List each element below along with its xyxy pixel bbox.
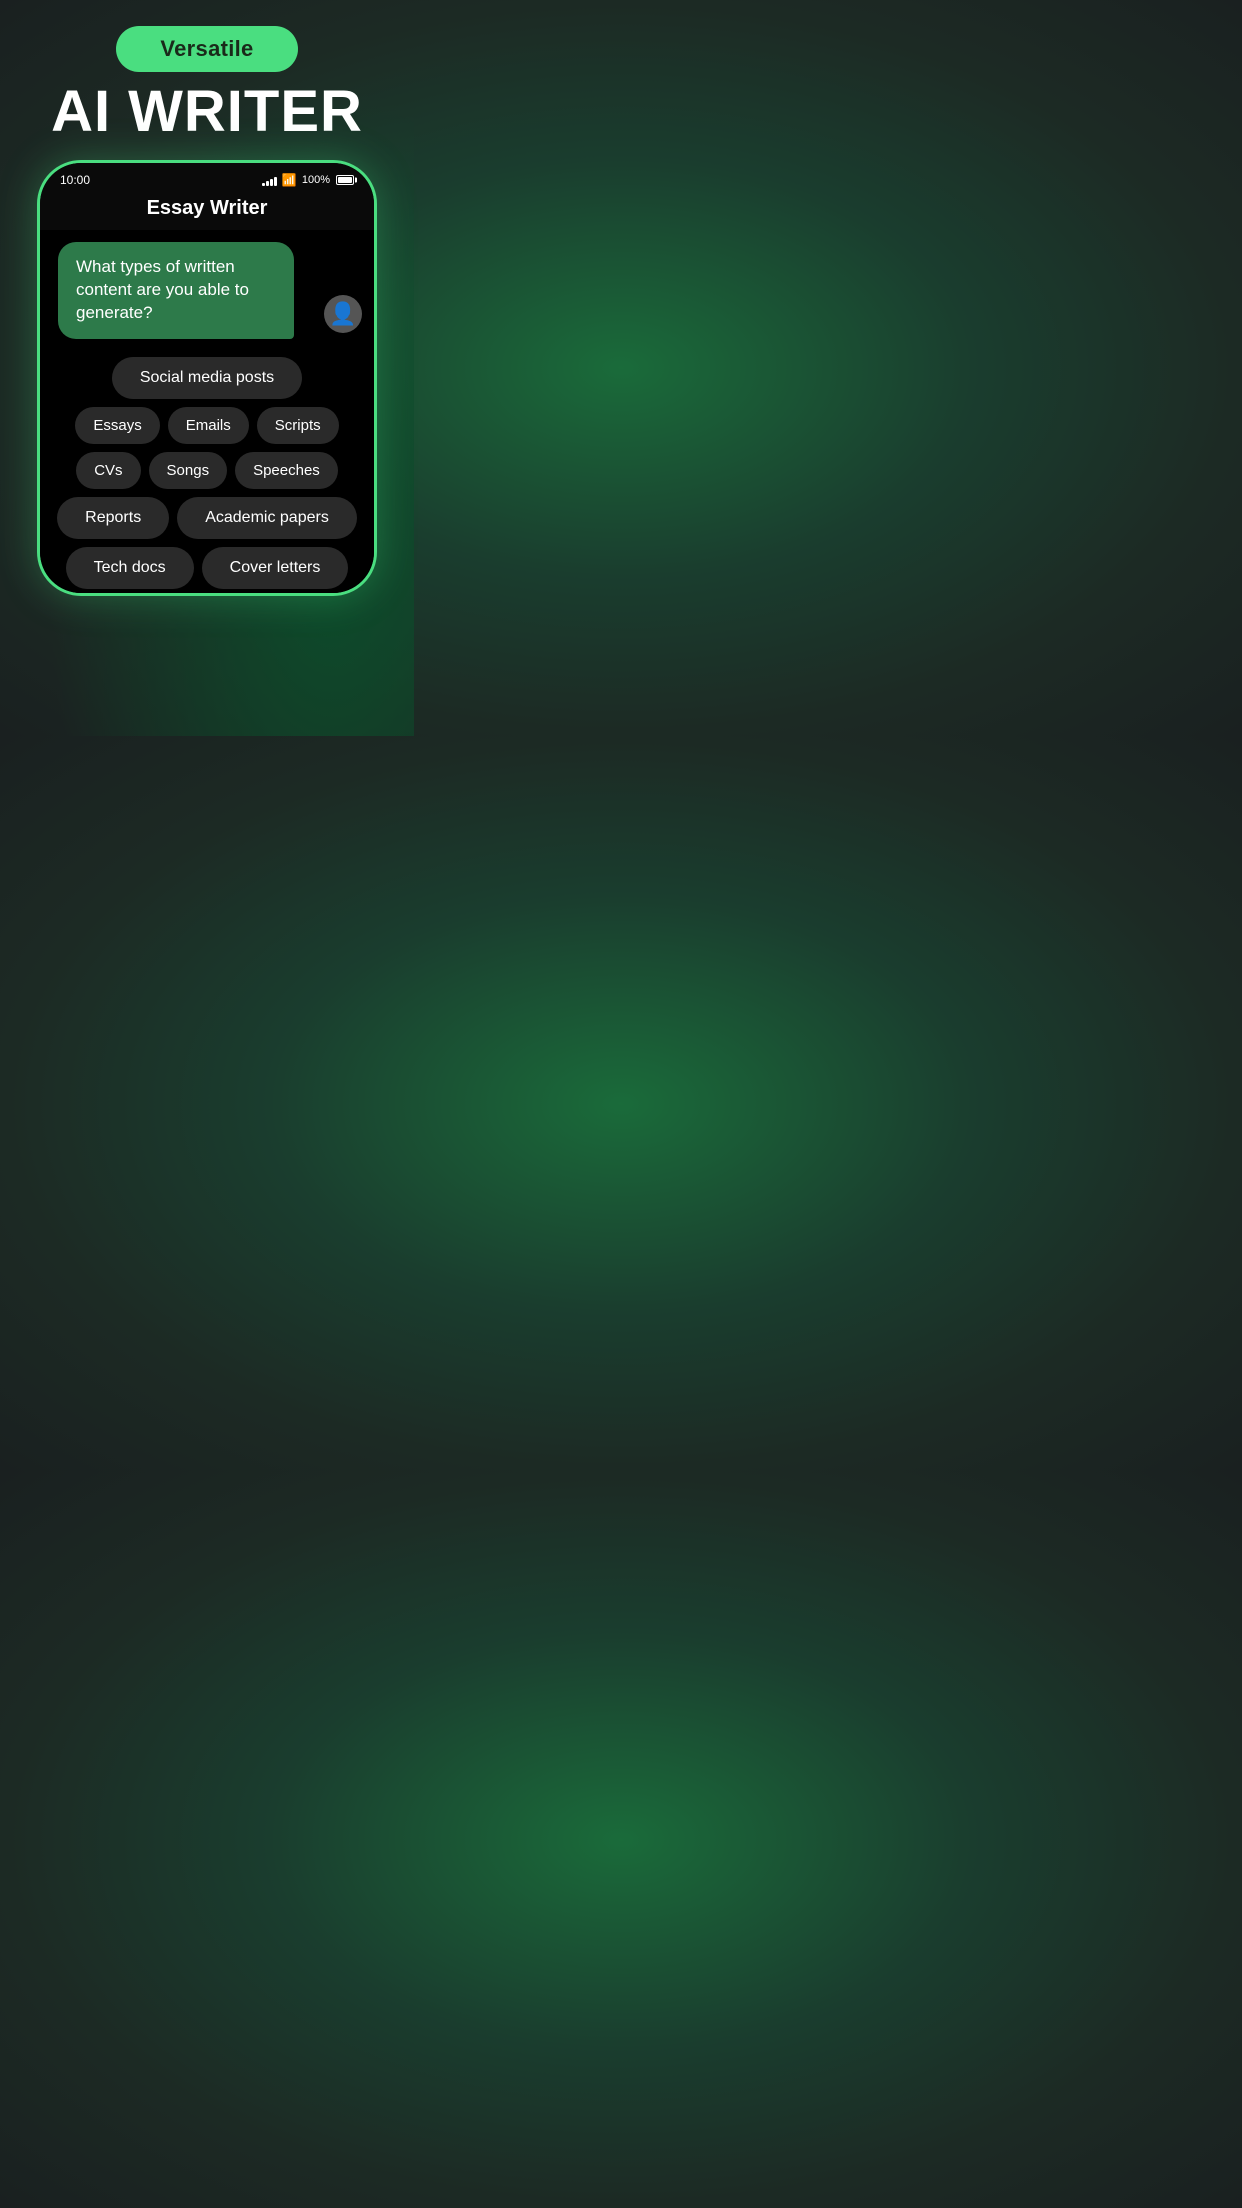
status-icons: 📶 100% xyxy=(262,173,354,187)
top-section: Versatile AI WRITER xyxy=(51,26,363,144)
chip-speeches[interactable]: Speeches xyxy=(235,452,338,489)
chip-cvs[interactable]: CVs xyxy=(76,452,140,489)
chip-tech-docs[interactable]: Tech docs xyxy=(66,547,194,589)
status-bar: 10:00 📶 100% xyxy=(40,163,374,191)
chips-row-4: Reports Academic papers xyxy=(48,497,366,539)
battery-text: 100% xyxy=(302,174,330,186)
chip-reports[interactable]: Reports xyxy=(57,497,169,539)
chips-row-1: Social media posts xyxy=(48,357,366,399)
battery-icon xyxy=(336,175,354,185)
chat-area: What types of written content are you ab… xyxy=(40,230,374,347)
chips-row-2: Essays Emails Scripts xyxy=(48,407,366,444)
chip-social-media-posts[interactable]: Social media posts xyxy=(112,357,302,399)
status-time: 10:00 xyxy=(60,173,90,187)
user-avatar: 👤 xyxy=(324,295,362,333)
wifi-icon: 📶 xyxy=(282,173,297,187)
versatile-badge: Versatile xyxy=(116,26,297,72)
app-header: Essay Writer xyxy=(40,191,374,230)
chip-academic-papers[interactable]: Academic papers xyxy=(177,497,357,539)
phone-frame: 10:00 📶 100% Essay Writer What types of … xyxy=(37,160,377,596)
chip-emails[interactable]: Emails xyxy=(168,407,249,444)
chips-row-5: Tech docs Cover letters xyxy=(48,547,366,589)
user-message-bubble: What types of written content are you ab… xyxy=(58,242,294,339)
chips-area: Social media posts Essays Emails Scripts… xyxy=(40,347,374,593)
signal-icon xyxy=(262,174,277,186)
chips-row-3: CVs Songs Speeches xyxy=(48,452,366,489)
chip-cover-letters[interactable]: Cover letters xyxy=(202,547,349,589)
user-message-text: What types of written content are you ab… xyxy=(76,257,249,322)
avatar-icon: 👤 xyxy=(329,301,356,327)
chip-essays[interactable]: Essays xyxy=(75,407,159,444)
app-title: Essay Writer xyxy=(147,197,268,219)
chip-songs[interactable]: Songs xyxy=(149,452,228,489)
chip-scripts[interactable]: Scripts xyxy=(257,407,339,444)
ai-writer-title: AI WRITER xyxy=(51,80,363,144)
